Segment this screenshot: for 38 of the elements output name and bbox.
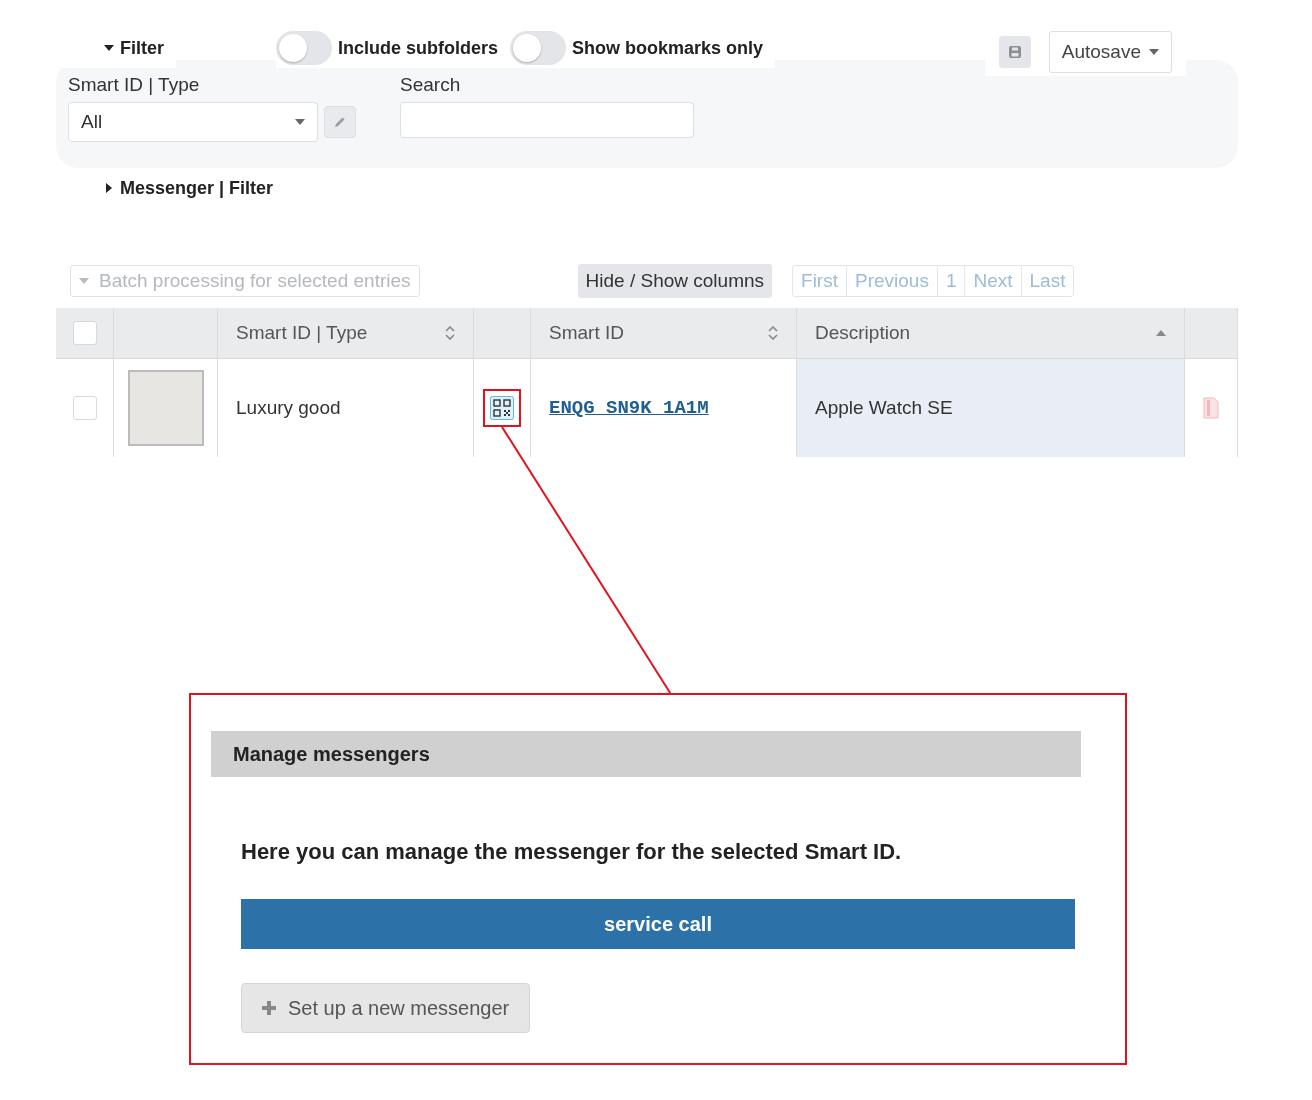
search-field[interactable] [400, 102, 694, 138]
smart-id-link[interactable]: ENQG SN9K 1A1M [549, 397, 709, 419]
sort-ascending-icon[interactable] [1156, 330, 1166, 336]
column-header[interactable]: Description [796, 308, 1184, 358]
caret-icon [295, 119, 305, 125]
filter-title[interactable]: Filter [120, 37, 164, 59]
type-text: Luxury good [236, 397, 341, 419]
caret-icon[interactable] [104, 183, 114, 193]
sort-icon[interactable] [445, 326, 455, 340]
qr-code-icon[interactable] [490, 396, 514, 420]
document-icon[interactable] [1203, 397, 1219, 419]
toggle-label: Show bookmarks only [572, 37, 764, 59]
columns-button[interactable]: Hide / Show columns [577, 264, 773, 298]
caret-icon[interactable] [104, 43, 114, 53]
pencil-icon [334, 116, 346, 128]
plus-icon [262, 1001, 276, 1015]
caret-icon [79, 278, 89, 284]
column-header[interactable]: Smart ID [530, 308, 796, 358]
field-label: Smart ID | Type [68, 74, 201, 96]
column-header[interactable]: Smart ID | Type [217, 308, 473, 358]
toggle-label: Include subfolders [338, 37, 499, 59]
save-button[interactable] [998, 36, 1031, 68]
toggle-switch[interactable] [276, 31, 332, 65]
new-messenger-button[interactable]: Set up a new messenger [241, 983, 531, 1033]
caret-icon [1149, 49, 1159, 55]
sort-icon[interactable] [768, 326, 778, 340]
type-select[interactable]: All [68, 102, 318, 142]
row-checkbox[interactable] [72, 396, 97, 420]
description-text: Apple Watch SE [815, 397, 953, 419]
service-call-button[interactable]: service call [241, 899, 1075, 949]
field-label: Search [400, 74, 462, 96]
autosave-dropdown[interactable]: Autosave [1048, 31, 1172, 73]
dialog-title: Manage messengers [233, 742, 430, 766]
section-title[interactable]: Messenger | Filter [120, 177, 274, 199]
dialog-message: Here you can manage the messenger for the selected Smart ID. [241, 839, 903, 865]
select-all-checkbox[interactable] [72, 321, 97, 345]
toggle-switch[interactable] [510, 31, 567, 65]
edit-button[interactable] [324, 106, 356, 138]
